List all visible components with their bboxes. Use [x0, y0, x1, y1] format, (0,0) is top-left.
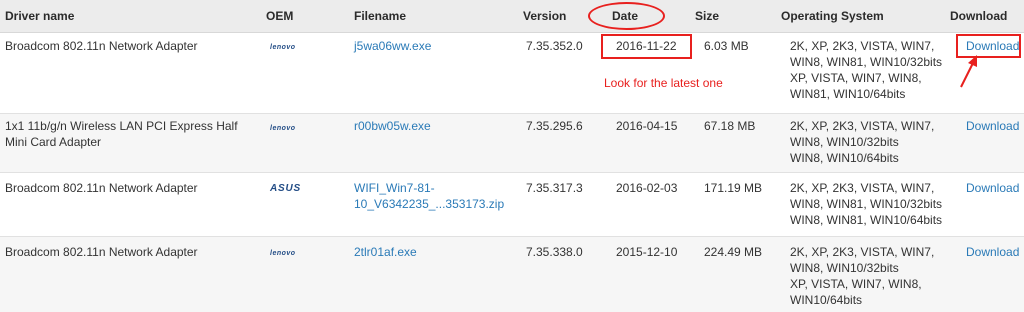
- os-line: WIN8, WIN10/32bits: [790, 135, 899, 149]
- os-line: 2K, XP, 2K3, VISTA, WIN7,: [790, 39, 935, 53]
- red-arrow-icon: [960, 55, 977, 88]
- version-value: 7.35.295.6: [526, 119, 583, 133]
- driver-name: Broadcom 802.11n Network Adapter: [5, 180, 198, 196]
- filename-link[interactable]: WIFI_Win7-81- 10_V6342235_...353173.zip: [354, 180, 504, 212]
- os-line: 2K, XP, 2K3, VISTA, WIN7,: [790, 245, 935, 259]
- os-line: WIN8, WIN10/64bits: [790, 151, 899, 165]
- col-header-download[interactable]: Download: [950, 9, 1007, 23]
- filename-line[interactable]: 2tlr01af.exe: [354, 244, 417, 260]
- driver-name-line: 1x1 11b/g/n Wireless LAN PCI Express Hal…: [5, 119, 238, 133]
- filename-link[interactable]: r00bw05w.exe: [354, 118, 431, 134]
- date-value: 2016-04-15: [616, 119, 678, 133]
- driver-name: Broadcom 802.11n Network Adapter: [5, 38, 198, 54]
- asus-logo: ASUS: [270, 183, 301, 194]
- os-line: 2K, XP, 2K3, VISTA, WIN7,: [790, 119, 935, 133]
- os-list: 2K, XP, 2K3, VISTA, WIN7, WIN8, WIN81, W…: [790, 180, 942, 228]
- filename-line[interactable]: WIFI_Win7-81-: [354, 180, 504, 196]
- os-line: 2K, XP, 2K3, VISTA, WIN7,: [790, 181, 935, 195]
- os-line: WIN81, WIN10/64bits: [790, 87, 906, 101]
- table-row: Broadcom 802.11n Network Adapter lenovo …: [0, 237, 1024, 312]
- size-value: 171.19 MB: [704, 181, 763, 195]
- annotation-note: Look for the latest one: [604, 76, 723, 90]
- os-line: XP, VISTA, WIN7, WIN8,: [790, 71, 922, 85]
- date-header-highlight-ellipse: [588, 2, 665, 30]
- filename-line[interactable]: 10_V6342235_...353173.zip: [354, 196, 504, 212]
- os-list: 2K, XP, 2K3, VISTA, WIN7, WIN8, WIN81, W…: [790, 38, 942, 102]
- os-line: WIN8, WIN81, WIN10/64bits: [790, 213, 943, 227]
- table-header: Driver name OEM Filename Version Date Si…: [0, 0, 1024, 33]
- download-link[interactable]: Download: [966, 244, 1019, 260]
- os-list: 2K, XP, 2K3, VISTA, WIN7, WIN8, WIN10/32…: [790, 244, 934, 308]
- driver-name-line: Broadcom 802.11n Network Adapter: [5, 245, 198, 259]
- os-list: 2K, XP, 2K3, VISTA, WIN7, WIN8, WIN10/32…: [790, 118, 934, 166]
- os-line: WIN8, WIN10/32bits: [790, 261, 899, 275]
- size-value: 67.18 MB: [704, 119, 756, 133]
- table-row: Broadcom 802.11n Network Adapter lenovo …: [0, 33, 1024, 113]
- driver-name-line: Broadcom 802.11n Network Adapter: [5, 39, 198, 53]
- col-header-filename[interactable]: Filename: [354, 9, 406, 23]
- version-value: 7.35.338.0: [526, 245, 583, 259]
- latest-date-highlight-box: [601, 34, 692, 59]
- lenovo-logo: lenovo: [270, 44, 296, 51]
- filename-link[interactable]: 2tlr01af.exe: [354, 244, 417, 260]
- version-value: 7.35.317.3: [526, 181, 583, 195]
- driver-name: 1x1 11b/g/n Wireless LAN PCI Express Hal…: [5, 118, 238, 150]
- col-header-size[interactable]: Size: [695, 9, 719, 23]
- download-link[interactable]: Download: [966, 180, 1019, 196]
- col-header-driver-name[interactable]: Driver name: [5, 9, 74, 23]
- table-row: Broadcom 802.11n Network Adapter ASUS WI…: [0, 173, 1024, 236]
- col-header-version[interactable]: Version: [523, 9, 566, 23]
- driver-name-line: Mini Card Adapter: [5, 135, 102, 149]
- lenovo-logo: lenovo: [270, 250, 296, 257]
- driver-name: Broadcom 802.11n Network Adapter: [5, 244, 198, 260]
- version-value: 7.35.352.0: [526, 39, 583, 53]
- os-line: WIN8, WIN81, WIN10/32bits: [790, 197, 943, 211]
- col-header-os[interactable]: Operating System: [781, 9, 884, 23]
- filename-line[interactable]: r00bw05w.exe: [354, 118, 431, 134]
- os-line: WIN8, WIN81, WIN10/32bits: [790, 55, 943, 69]
- table-row: 1x1 11b/g/n Wireless LAN PCI Express Hal…: [0, 114, 1024, 172]
- date-value: 2016-02-03: [616, 181, 678, 195]
- driver-name-line: Broadcom 802.11n Network Adapter: [5, 181, 198, 195]
- download-link[interactable]: Download: [966, 118, 1019, 134]
- size-value: 6.03 MB: [704, 39, 749, 53]
- filename-line[interactable]: j5wa06ww.exe: [354, 38, 431, 54]
- os-line: XP, VISTA, WIN7, WIN8,: [790, 277, 922, 291]
- size-value: 224.49 MB: [704, 245, 763, 259]
- filename-link[interactable]: j5wa06ww.exe: [354, 38, 431, 54]
- col-header-oem[interactable]: OEM: [266, 9, 293, 23]
- os-line: WIN10/64bits: [790, 293, 863, 307]
- lenovo-logo: lenovo: [270, 125, 296, 132]
- date-value: 2015-12-10: [616, 245, 678, 259]
